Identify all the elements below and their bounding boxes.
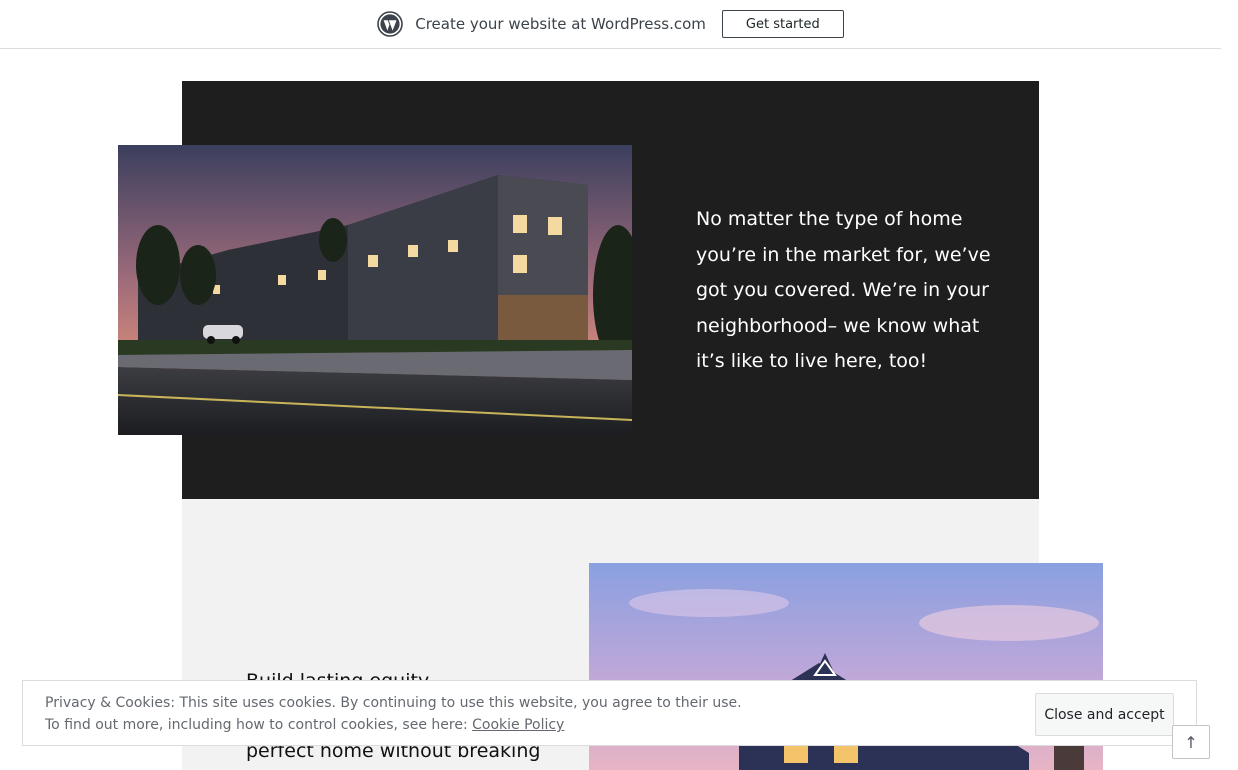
dark-section-text: No matter the type of home you’re in the… bbox=[696, 208, 991, 372]
townhouse-row-photo bbox=[118, 145, 632, 435]
close-and-accept-button[interactable]: Close and accept bbox=[1035, 693, 1174, 736]
cookie-banner: Privacy & Cookies: This site uses cookie… bbox=[22, 680, 1197, 746]
scroll-to-top-button[interactable]: ↑ bbox=[1172, 725, 1210, 759]
cookie-more-info-text: To find out more, including how to contr… bbox=[45, 717, 564, 733]
get-started-button[interactable]: Get started bbox=[721, 10, 844, 38]
cookie-policy-link[interactable]: Cookie Policy bbox=[472, 717, 564, 733]
cookie-notice-text: Privacy & Cookies: This site uses cookie… bbox=[45, 695, 742, 711]
wordpress-logo-icon[interactable] bbox=[377, 11, 404, 37]
promo-text[interactable]: Create your website at WordPress.com bbox=[415, 15, 706, 33]
wordpress-promo-bar: Create your website at WordPress.com Get… bbox=[0, 0, 1221, 49]
cookie-more-info-prefix: To find out more, including how to contr… bbox=[45, 717, 473, 733]
arrow-up-icon: ↑ bbox=[1184, 732, 1198, 752]
